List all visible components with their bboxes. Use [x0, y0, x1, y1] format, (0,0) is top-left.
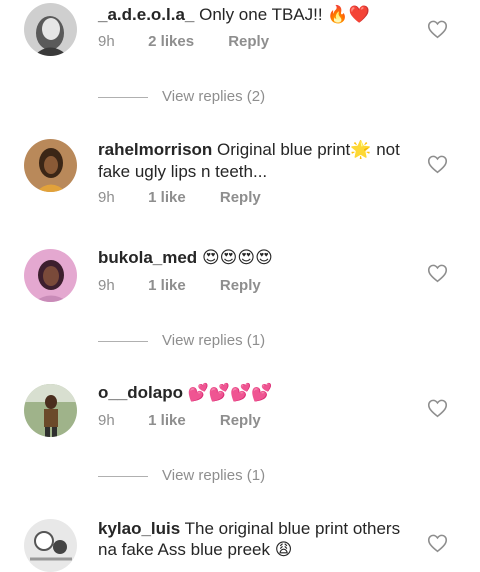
comment-emoji: 😩 [274, 540, 293, 560]
comment-time: 9h [98, 277, 115, 294]
comment-meta: 9h 2 likes Reply [98, 33, 269, 50]
comment-likes[interactable]: 2 likes [148, 33, 194, 50]
avatar[interactable] [24, 519, 77, 572]
comment-text: kylao_luis The original blue print other… [98, 518, 418, 561]
comment-text: bukola_med 😍😍😍😍 [98, 247, 418, 269]
avatar[interactable] [24, 3, 77, 56]
comment-text: o__dolapo 💕💕💕💕 [98, 382, 418, 404]
reply-button[interactable]: Reply [220, 412, 261, 429]
like-heart-icon[interactable] [427, 398, 448, 418]
comment-body-line2: na fake Ass blue preek [98, 540, 271, 559]
comment-username[interactable]: rahelmorrison [98, 140, 212, 159]
comment-time: 9h [98, 189, 115, 206]
like-heart-icon[interactable] [427, 154, 448, 174]
comment-time: 9h [98, 412, 115, 429]
comment-body-line2: fake ugly lips n teeth... [98, 162, 268, 181]
view-replies-label: View replies (2) [162, 88, 266, 105]
comment-time: 9h [98, 33, 115, 50]
reply-button[interactable]: Reply [220, 189, 261, 206]
comment-body: The original blue print others [184, 519, 401, 538]
avatar[interactable] [24, 249, 77, 302]
comment-likes[interactable]: 1 like [148, 412, 186, 429]
comment-likes[interactable]: 1 like [148, 189, 186, 206]
view-replies-divider [98, 476, 148, 477]
avatar[interactable] [24, 384, 77, 437]
comment-emoji: 💕💕💕💕 [187, 383, 273, 403]
view-replies-label: View replies (1) [162, 332, 266, 349]
comment-body: Only one TBAJ!! [199, 5, 323, 24]
reply-button[interactable]: Reply [228, 33, 269, 50]
comment-meta: 9h 1 like Reply [98, 189, 261, 206]
comment-text: _a.d.e.o.l.a_ Only one TBAJ!! 🔥❤️ [98, 4, 418, 26]
reply-button[interactable]: Reply [220, 277, 261, 294]
comment-likes[interactable]: 1 like [148, 277, 186, 294]
comment-emoji: 🌟 [350, 140, 372, 160]
like-heart-icon[interactable] [427, 533, 448, 553]
comment-emoji: 🔥❤️ [327, 5, 370, 25]
comment-username[interactable]: bukola_med [98, 248, 197, 267]
comment-username[interactable]: o__dolapo [98, 383, 183, 402]
view-replies-divider [98, 341, 148, 342]
comment-emoji: 😍😍😍😍 [201, 248, 273, 268]
like-heart-icon[interactable] [427, 263, 448, 283]
comment-text: rahelmorrison Original blue print🌟 not f… [98, 139, 418, 182]
like-heart-icon[interactable] [427, 19, 448, 39]
comment-meta: 9h 1 like Reply [98, 277, 261, 294]
comment-username[interactable]: _a.d.e.o.l.a_ [98, 5, 194, 24]
comment-meta: 9h 1 like Reply [98, 412, 261, 429]
comment-username[interactable]: kylao_luis [98, 519, 180, 538]
view-replies-label: View replies (1) [162, 467, 266, 484]
view-replies-divider [98, 97, 148, 98]
comment-body: Original blue print [217, 140, 351, 159]
comment-body-cont: not [376, 140, 400, 159]
avatar[interactable] [24, 139, 77, 192]
